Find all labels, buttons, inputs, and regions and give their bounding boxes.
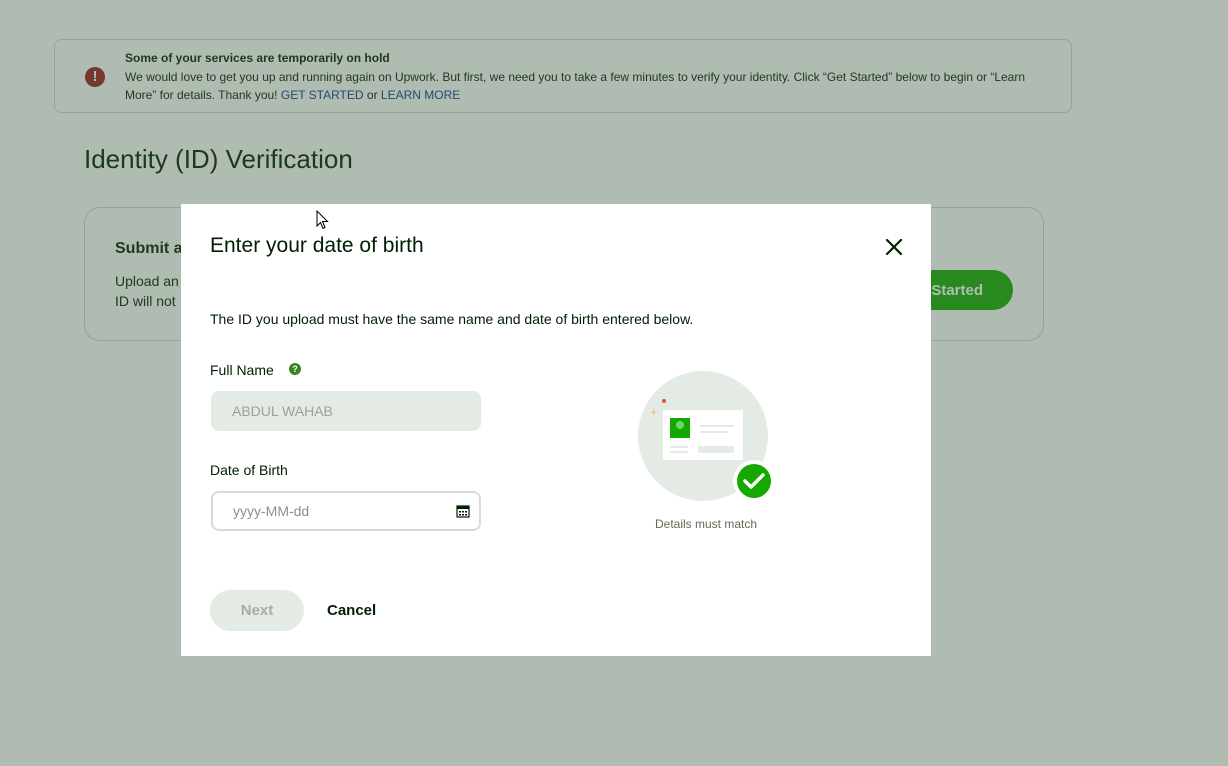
help-icon[interactable]: ? <box>289 363 301 375</box>
dob-modal: Enter your date of birth The ID you uplo… <box>181 204 931 656</box>
mouse-cursor-icon <box>316 210 329 230</box>
cancel-button[interactable]: Cancel <box>327 590 376 631</box>
calendar-icon[interactable] <box>456 504 470 518</box>
svg-text:+: + <box>650 408 658 418</box>
modal-intro-text: The ID you upload must have the same nam… <box>210 311 694 327</box>
close-icon <box>885 238 903 256</box>
dob-label: Date of Birth <box>210 462 288 478</box>
checkmark-icon <box>737 464 771 498</box>
date-of-birth-field[interactable] <box>211 491 481 531</box>
full-name-field <box>211 391 481 431</box>
next-button[interactable]: Next <box>210 590 304 631</box>
full-name-label: Full Name <box>210 362 274 378</box>
illustration-caption: Details must match <box>654 517 758 531</box>
close-button[interactable] <box>881 234 907 260</box>
modal-title: Enter your date of birth <box>210 234 424 257</box>
id-card-illustration: + <box>638 371 775 502</box>
